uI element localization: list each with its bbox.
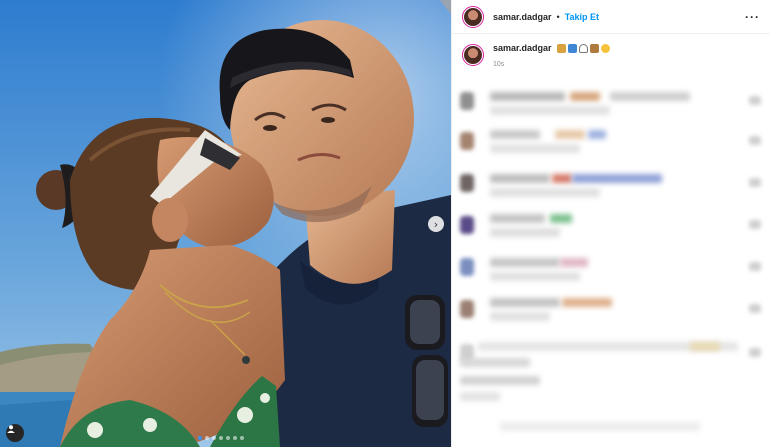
list-item [460, 250, 765, 281]
couple-emoji [556, 43, 566, 53]
carousel-dot [233, 436, 237, 440]
heart-icon[interactable] [749, 304, 761, 313]
avatar[interactable] [460, 300, 474, 318]
avatar[interactable] [462, 5, 484, 28]
avatar[interactable] [460, 92, 474, 110]
more-options-icon[interactable]: ··· [745, 11, 760, 23]
carousel-dot [219, 436, 223, 440]
list-item [460, 370, 765, 401]
person-icon [7, 425, 15, 433]
list-item [460, 408, 765, 438]
carousel-dots [198, 436, 244, 440]
list-item [460, 208, 765, 238]
carousel-dot [226, 436, 230, 440]
caption-emojis [556, 43, 610, 53]
caption-timestamp: 10s [493, 61, 505, 68]
header-username[interactable]: samar.dadgar [493, 12, 552, 22]
carousel-dot [212, 436, 216, 440]
avatar[interactable] [460, 174, 474, 192]
list-item [460, 166, 765, 197]
chevron-right-icon[interactable]: › [428, 216, 444, 232]
heart-icon[interactable] [749, 262, 761, 271]
caption: samar.dadgar 10s [452, 34, 770, 68]
heart-icon[interactable] [749, 178, 761, 187]
follow-button[interactable]: Takip Et [565, 12, 599, 22]
white-heart-emoji [578, 43, 588, 53]
carousel-dot [205, 436, 209, 440]
photo-couple-selfie [0, 0, 451, 447]
post-side-panel: samar.dadgar • Takip Et ··· samar.dadgar… [451, 0, 770, 447]
header-separator: • [556, 11, 560, 22]
smiley-emoji [600, 43, 610, 53]
tagged-user-icon[interactable] [6, 424, 24, 442]
heart-icon[interactable] [749, 220, 761, 229]
post-photo[interactable]: › [0, 0, 451, 447]
avatar[interactable] [460, 216, 474, 234]
caption-avatar[interactable] [462, 44, 484, 66]
carousel-dot-active [198, 436, 202, 440]
post-header: samar.dadgar • Takip Et ··· [452, 0, 770, 34]
page-curl-decoration [440, 0, 451, 14]
list-item [460, 336, 765, 367]
list-item [460, 84, 765, 115]
caption-username[interactable]: samar.dadgar [493, 43, 552, 53]
carousel-dot [240, 436, 244, 440]
heart-icon[interactable] [749, 348, 761, 357]
list-item [460, 292, 765, 322]
wave-emoji [567, 43, 577, 53]
list-item [460, 124, 765, 154]
heart-icon[interactable] [749, 96, 761, 105]
heart-icon[interactable] [749, 136, 761, 145]
next-arrow-glyph: › [433, 217, 439, 231]
teddy-bear-emoji [589, 43, 599, 53]
avatar[interactable] [460, 132, 474, 150]
avatar[interactable] [460, 258, 474, 276]
